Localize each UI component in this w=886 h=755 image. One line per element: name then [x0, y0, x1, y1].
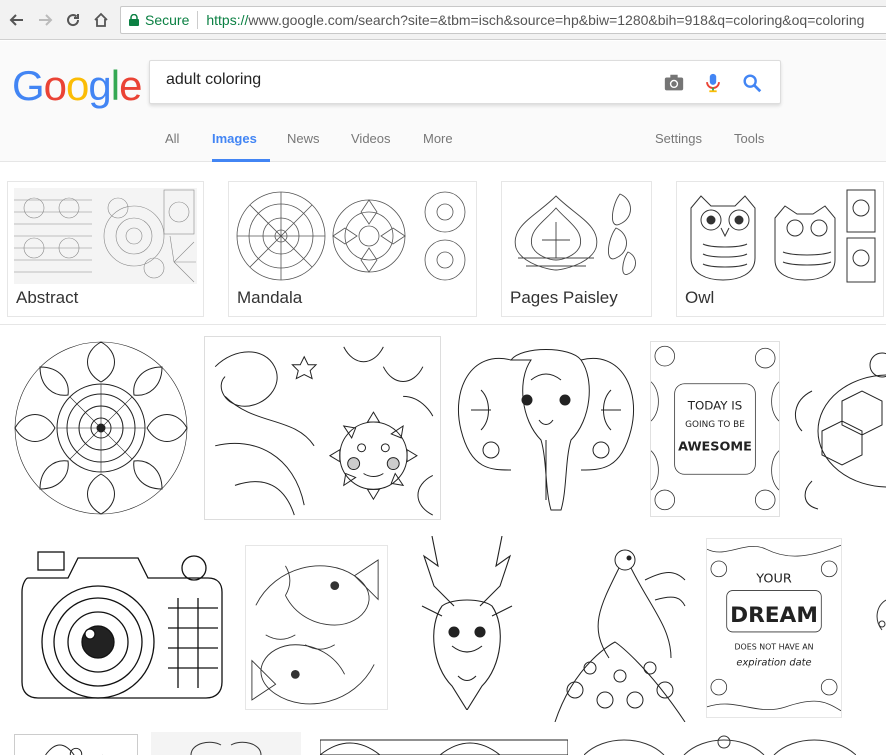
url-scheme: https://	[206, 12, 249, 28]
related-label: Mandala	[237, 288, 303, 307]
result-image-camera[interactable]	[18, 538, 232, 708]
logo-letter: l	[110, 62, 120, 109]
url-text: www.google.com/search?site=&tbm=isch&sou…	[248, 12, 865, 28]
result-image-dream-quote[interactable]: YOUR DREAM DOES NOT HAVE AN expiration d…	[706, 538, 842, 718]
reload-icon[interactable]	[62, 9, 84, 31]
result-image-koi-fish[interactable]	[245, 545, 388, 710]
tab-tools[interactable]: Tools	[734, 131, 764, 162]
mandala-thumbnail	[235, 188, 470, 284]
owl-thumbnail	[683, 188, 877, 284]
result-image-row3-3[interactable]	[320, 738, 568, 755]
related-card-paisley[interactable]: Pages Paisley	[501, 181, 652, 317]
result-image-sun-moon[interactable]	[204, 336, 441, 520]
dream-text-line1: YOUR	[755, 572, 792, 587]
tab-videos[interactable]: Videos	[351, 131, 391, 162]
related-searches: Abstract Mandala Pages Paisley Owl	[0, 163, 886, 325]
forward-icon[interactable]	[34, 9, 56, 31]
today-text-line2: GOING TO BE	[685, 420, 745, 430]
search-header: Google All Images News Videos More Setti…	[0, 41, 886, 162]
result-image-partial[interactable]	[870, 590, 886, 650]
related-card-owl[interactable]: Owl	[676, 181, 884, 317]
paisley-thumbnail	[508, 188, 645, 284]
search-box[interactable]	[149, 60, 781, 104]
logo-letter: o	[43, 62, 67, 109]
logo-letter: e	[119, 62, 142, 109]
dream-text-line4: expiration date	[736, 657, 811, 668]
related-label: Pages Paisley	[510, 288, 618, 307]
related-label: Abstract	[16, 288, 79, 307]
logo-letter: g	[88, 62, 111, 109]
browser-toolbar: Secure https:// www.google.com/search?si…	[0, 0, 886, 40]
logo-letter: G	[12, 62, 45, 109]
related-card-mandala[interactable]: Mandala	[228, 181, 477, 317]
result-image-elephant[interactable]	[451, 340, 641, 515]
today-text-line1: TODAY IS	[687, 398, 742, 412]
result-image-row3-1[interactable]	[14, 734, 138, 755]
google-logo[interactable]: Google	[12, 62, 142, 110]
dream-text-line2: DREAM	[730, 603, 818, 628]
camera-icon[interactable]	[662, 71, 686, 95]
result-image-row3-2[interactable]	[151, 732, 301, 755]
tab-more[interactable]: More	[423, 131, 453, 162]
lock-icon	[129, 14, 139, 26]
home-icon[interactable]	[90, 9, 112, 31]
result-image-mandala[interactable]	[12, 338, 190, 518]
result-image-peacock[interactable]	[545, 540, 690, 722]
result-image-turtle[interactable]	[792, 341, 886, 513]
dream-text-line3: DOES NOT HAVE AN	[734, 643, 813, 652]
tab-all[interactable]: All	[165, 131, 179, 162]
omnibox-divider	[197, 11, 199, 29]
tab-settings[interactable]: Settings	[655, 131, 702, 162]
search-tabs: All Images News Videos More Settings Too…	[0, 121, 886, 162]
search-icon[interactable]	[740, 71, 764, 95]
back-icon[interactable]	[6, 9, 28, 31]
today-text-line3: AWESOME	[678, 440, 752, 455]
result-image-row3-4[interactable]	[584, 730, 856, 755]
logo-letter: o	[66, 62, 89, 109]
related-label: Owl	[685, 288, 715, 307]
result-image-deer[interactable]	[402, 536, 532, 710]
address-bar[interactable]: Secure https:// www.google.com/search?si…	[120, 6, 886, 34]
tab-images[interactable]: Images	[212, 131, 270, 162]
result-image-today-awesome[interactable]: TODAY IS GOING TO BE AWESOME	[650, 341, 780, 517]
tab-news[interactable]: News	[287, 131, 320, 162]
microphone-icon[interactable]	[701, 71, 725, 95]
search-input[interactable]	[166, 71, 646, 89]
abstract-thumbnail	[14, 188, 197, 284]
related-card-abstract[interactable]: Abstract	[7, 181, 204, 317]
secure-label: Secure	[145, 12, 190, 28]
